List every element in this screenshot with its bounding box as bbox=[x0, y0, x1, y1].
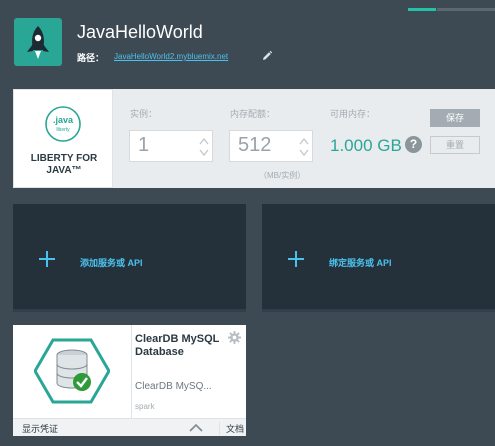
edit-route-icon[interactable] bbox=[261, 50, 273, 62]
tab-indicator-track bbox=[437, 8, 495, 11]
route-link[interactable]: JavaHelloWorld2.mybluemix.net bbox=[114, 52, 228, 61]
instances-input[interactable]: 1 bbox=[129, 130, 213, 162]
plus-icon bbox=[39, 251, 55, 267]
available-memory-label: 可用内存： bbox=[330, 109, 376, 119]
add-service-label: 添加服务或 API bbox=[80, 258, 143, 268]
plus-icon bbox=[288, 251, 304, 267]
svg-text:liberty: liberty bbox=[56, 127, 70, 133]
tile-divider bbox=[13, 309, 246, 312]
bind-service-tile[interactable]: 绑定服务或 API bbox=[262, 204, 495, 312]
available-memory-value: 1.000 GB bbox=[330, 136, 402, 155]
help-icon[interactable]: ? bbox=[405, 136, 422, 153]
active-tab-indicator bbox=[408, 8, 436, 11]
runtime-card[interactable]: .java liberty LIBERTY FOR JAVA™ bbox=[13, 89, 113, 188]
show-credentials-link[interactable]: 显示凭证 bbox=[22, 422, 58, 435]
instances-value: 1 bbox=[138, 134, 150, 156]
runtime-name-line1: LIBERTY FOR bbox=[30, 153, 98, 164]
route-label: 路径： bbox=[77, 53, 105, 63]
service-name: ClearDB MySQL Database bbox=[135, 333, 220, 358]
instances-stepper-icon[interactable] bbox=[198, 136, 210, 158]
memory-stepper-icon[interactable] bbox=[298, 136, 310, 158]
memory-input[interactable]: 512 bbox=[229, 130, 313, 162]
chevron-up-icon[interactable] bbox=[189, 423, 203, 432]
app-icon bbox=[14, 18, 62, 66]
runtime-name-line2: JAVA™ bbox=[46, 165, 82, 176]
instances-label: 实例： bbox=[130, 109, 158, 119]
app-title: JavaHelloWorld bbox=[77, 22, 203, 42]
memory-value: 512 bbox=[238, 134, 272, 156]
docs-link[interactable]: 文档 bbox=[219, 422, 244, 435]
tile-divider bbox=[262, 309, 495, 312]
service-icon-area bbox=[13, 325, 132, 418]
add-service-tile[interactable]: 添加服务或 API bbox=[13, 204, 246, 312]
runtime-config-panel: .java liberty LIBERTY FOR JAVA™ 实例： 1 内存… bbox=[13, 89, 495, 188]
gear-icon[interactable] bbox=[228, 331, 241, 344]
svg-text:.java: .java bbox=[53, 115, 74, 125]
service-plan: spark bbox=[135, 402, 155, 411]
database-icon bbox=[34, 338, 110, 404]
reset-button[interactable]: 重置 bbox=[430, 136, 480, 154]
service-card-footer: 显示凭证 文档 bbox=[13, 418, 246, 436]
rocket-icon bbox=[27, 26, 49, 59]
bind-service-label: 绑定服务或 API bbox=[329, 258, 392, 268]
service-card[interactable]: ClearDB MySQL Database ClearDB MySQ... s… bbox=[13, 325, 246, 436]
java-liberty-logo: .java liberty bbox=[45, 106, 81, 142]
memory-unit: （MB/实例） bbox=[259, 171, 306, 180]
memory-label: 内存配额： bbox=[230, 109, 276, 119]
save-button[interactable]: 保存 bbox=[430, 109, 480, 127]
runtime-name: LIBERTY FOR JAVA™ bbox=[14, 153, 114, 177]
service-description: ClearDB MySQ... bbox=[135, 381, 212, 392]
